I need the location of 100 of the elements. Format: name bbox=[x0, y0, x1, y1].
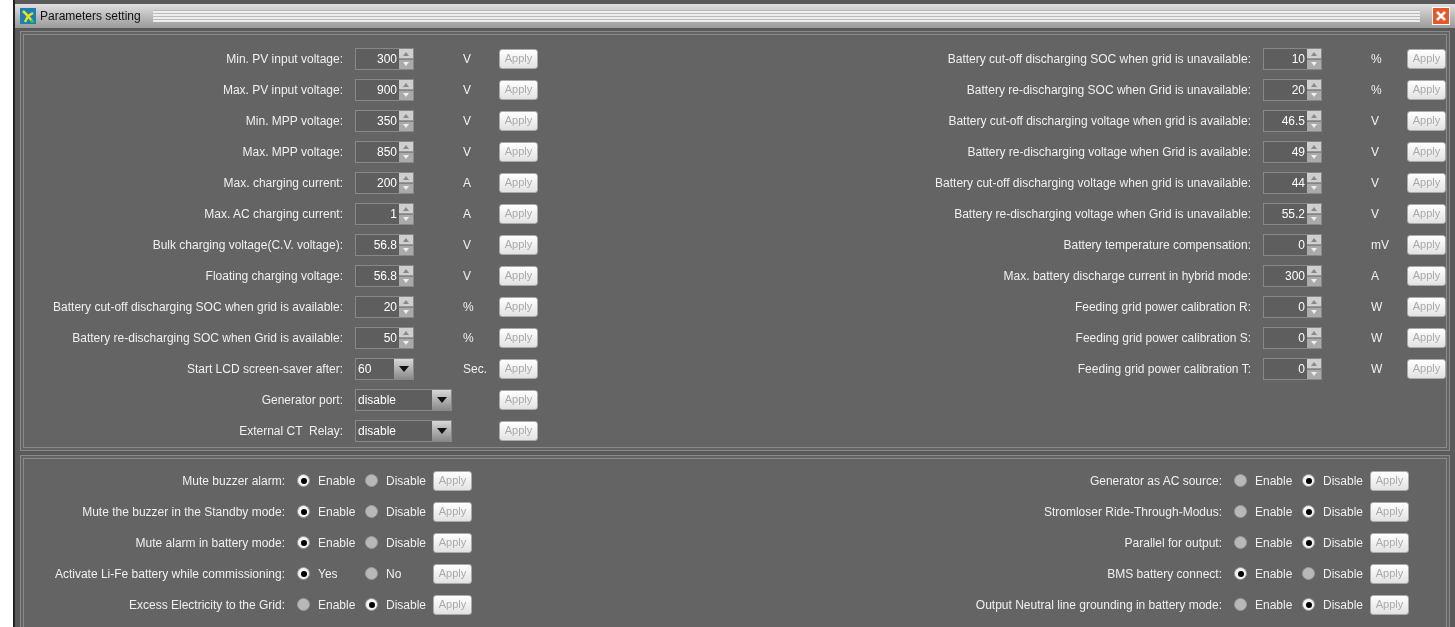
dropdown-field[interactable]: 60 bbox=[355, 357, 414, 380]
radio-button[interactable] bbox=[365, 536, 378, 549]
radio-button[interactable] bbox=[365, 474, 378, 487]
unit-label: mV bbox=[1371, 236, 1389, 254]
spinner-arrows-icon[interactable] bbox=[1307, 234, 1321, 255]
setting-label: Max. PV input voltage: bbox=[221, 81, 343, 99]
radio-button[interactable] bbox=[1302, 474, 1315, 487]
spinner-arrows-icon[interactable] bbox=[1307, 79, 1321, 100]
radio-button[interactable] bbox=[1234, 598, 1247, 611]
setting-label: Max. MPP voltage: bbox=[241, 143, 343, 161]
unit-label: V bbox=[1371, 143, 1379, 161]
setting-label: Stromloser Ride-Through-Modus: bbox=[1042, 503, 1222, 521]
caret-icon bbox=[436, 396, 447, 403]
radio-button[interactable] bbox=[1234, 474, 1247, 487]
option-label: Yes bbox=[318, 565, 338, 583]
spinner-arrows-icon[interactable] bbox=[399, 141, 413, 162]
radio-button[interactable] bbox=[297, 598, 310, 611]
spinner-field[interactable]: 56.8 bbox=[355, 233, 414, 256]
spinner-arrows-icon[interactable] bbox=[399, 234, 413, 255]
unit-label: V bbox=[463, 50, 471, 68]
spinner-arrows-icon[interactable] bbox=[1307, 327, 1321, 348]
spinner-field[interactable]: 0 bbox=[1263, 326, 1322, 349]
radio-button[interactable] bbox=[365, 598, 378, 611]
setting-label: Feeding grid power calibration T: bbox=[1076, 360, 1251, 378]
spinner-arrows-icon[interactable] bbox=[399, 110, 413, 131]
radio-button[interactable] bbox=[1302, 536, 1315, 549]
spinner-field[interactable]: 0 bbox=[1263, 233, 1322, 256]
spinner-field[interactable]: 200 bbox=[355, 171, 414, 194]
spinner-field[interactable]: 300 bbox=[1263, 264, 1322, 287]
option-label: Disable bbox=[1323, 534, 1364, 552]
radio-button[interactable] bbox=[297, 505, 310, 518]
spinner-field[interactable]: 46.5 bbox=[1263, 109, 1322, 132]
dropdown-field[interactable]: disable bbox=[355, 388, 452, 411]
close-button[interactable] bbox=[1432, 7, 1450, 25]
caret-icon bbox=[398, 365, 409, 372]
spinner-field[interactable]: 1 bbox=[355, 202, 414, 225]
spinner-field[interactable]: 0 bbox=[1263, 295, 1322, 318]
radio-button[interactable] bbox=[1302, 567, 1315, 580]
radio-button[interactable] bbox=[297, 474, 310, 487]
spinner-arrows-icon[interactable] bbox=[1307, 48, 1321, 69]
spinner-field[interactable]: 56.8 bbox=[355, 264, 414, 287]
spinner-arrows-icon[interactable] bbox=[1307, 265, 1321, 286]
setting-label: Max. battery discharge current in hybrid mode: bbox=[1002, 267, 1251, 285]
radio-button[interactable] bbox=[1234, 536, 1247, 549]
option-label: Enable bbox=[1255, 534, 1293, 552]
spinner-field[interactable]: 20 bbox=[355, 295, 414, 318]
spinner-arrows-icon[interactable] bbox=[399, 265, 413, 286]
unit-label: W bbox=[1371, 329, 1383, 347]
unit-label: % bbox=[463, 329, 474, 347]
spinner-arrows-icon[interactable] bbox=[1307, 172, 1321, 193]
radio-button[interactable] bbox=[297, 536, 310, 549]
spinner-arrows-icon[interactable] bbox=[1307, 203, 1321, 224]
option-label: No bbox=[386, 565, 402, 583]
spinner-field[interactable]: 0 bbox=[1263, 357, 1322, 380]
setting-label: Battery re-discharging voltage when Grid is unavailable: bbox=[953, 205, 1251, 223]
unit-label: V bbox=[463, 267, 471, 285]
spinner-arrows-icon[interactable] bbox=[1307, 110, 1321, 131]
unit-label: W bbox=[1371, 360, 1383, 378]
option-label: Enable bbox=[318, 472, 356, 490]
spinner-arrows-icon[interactable] bbox=[399, 48, 413, 69]
spinner-field[interactable]: 900 bbox=[355, 78, 414, 101]
spinner-arrows-icon[interactable] bbox=[399, 79, 413, 100]
spinner-field[interactable]: 44 bbox=[1263, 171, 1322, 194]
spinner-field[interactable]: 49 bbox=[1263, 140, 1322, 163]
setting-label: Battery cut-off discharging voltage when grid is unavailable: bbox=[934, 174, 1251, 192]
setting-label: Mute buzzer alarm: bbox=[181, 472, 285, 490]
spinner-arrows-icon[interactable] bbox=[399, 172, 413, 193]
setting-label: Generator port: bbox=[260, 391, 343, 409]
radio-button[interactable] bbox=[297, 567, 310, 580]
spinner-arrows-icon[interactable] bbox=[1307, 296, 1321, 317]
option-label: Enable bbox=[1255, 596, 1293, 614]
radio-button[interactable] bbox=[365, 505, 378, 518]
spinner-field[interactable]: 50 bbox=[355, 326, 414, 349]
option-label: Disable bbox=[386, 596, 427, 614]
spinner-field[interactable]: 300 bbox=[355, 47, 414, 70]
setting-label: Mute alarm in battery mode: bbox=[134, 534, 285, 552]
spinner-arrows-icon[interactable] bbox=[399, 203, 413, 224]
radio-button[interactable] bbox=[1234, 505, 1247, 518]
setting-label: Battery re-discharging voltage when Grid is available: bbox=[966, 143, 1251, 161]
spinner-field[interactable]: 350 bbox=[355, 109, 414, 132]
spinner-arrows-icon[interactable] bbox=[1307, 141, 1321, 162]
spinner-arrows-icon[interactable] bbox=[399, 327, 413, 348]
spinner-field[interactable]: 10 bbox=[1263, 47, 1322, 70]
radio-button[interactable] bbox=[365, 567, 378, 580]
setting-label: Battery cut-off discharging SOC when grid is available: bbox=[52, 298, 343, 316]
option-label: Disable bbox=[1323, 596, 1364, 614]
spinner-field[interactable]: 20 bbox=[1263, 78, 1322, 101]
spinner-field[interactable]: 850 bbox=[355, 140, 414, 163]
setting-label: Output Neutral line grounding in battery mode: bbox=[974, 596, 1222, 614]
spinner-arrows-icon[interactable] bbox=[399, 296, 413, 317]
window-title: Parameters setting bbox=[40, 8, 141, 25]
setting-label: Max. AC charging current: bbox=[203, 205, 343, 223]
spinner-arrows-icon[interactable] bbox=[1307, 358, 1321, 379]
radio-button[interactable] bbox=[1302, 598, 1315, 611]
option-label: Enable bbox=[1255, 565, 1293, 583]
setting-label: External CT Relay: bbox=[238, 422, 343, 440]
spinner-field[interactable]: 55.2 bbox=[1263, 202, 1322, 225]
radio-button[interactable] bbox=[1234, 567, 1247, 580]
dropdown-field[interactable]: disable bbox=[355, 419, 452, 442]
radio-button[interactable] bbox=[1302, 505, 1315, 518]
